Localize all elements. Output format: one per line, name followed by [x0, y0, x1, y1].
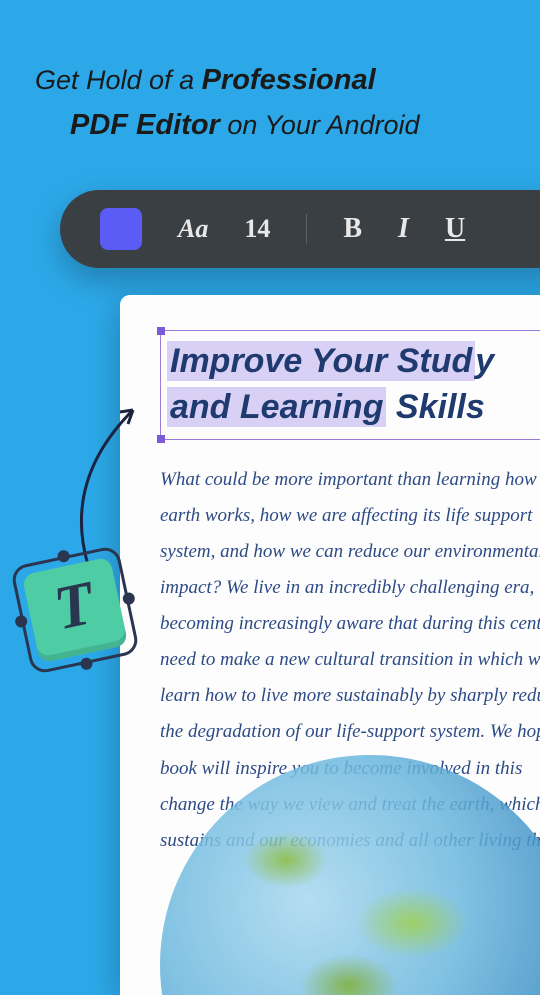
text-tool-badge[interactable]: T: [10, 545, 140, 675]
badge-inner: T: [22, 557, 129, 664]
underline-button[interactable]: U: [445, 213, 465, 245]
headline-bold-1: Professional: [202, 64, 376, 96]
toolbar-divider: [306, 214, 307, 244]
title-highlight-1: Improve Your Stud: [167, 341, 475, 381]
title-rest-2: Skills: [386, 388, 484, 426]
text-color-swatch[interactable]: [100, 208, 142, 250]
headline-bold-2: PDF Editor: [70, 109, 220, 141]
font-family-button[interactable]: Aa: [178, 214, 208, 244]
bold-button[interactable]: B: [343, 213, 362, 245]
text-tool-icon: T: [48, 567, 100, 644]
selected-text-box[interactable]: Improve Your Study and Learning Skills: [160, 330, 540, 440]
font-size-button[interactable]: 14: [244, 214, 270, 244]
callout-arrow: [58, 370, 148, 570]
title-highlight-2: and Learning: [167, 387, 386, 427]
headline-pre: Get Hold of a: [35, 65, 202, 95]
pdf-document-page[interactable]: Improve Your Study and Learning Skills W…: [120, 295, 540, 995]
italic-button[interactable]: I: [398, 213, 409, 245]
promo-headline: Get Hold of a Professional PDF Editor on…: [0, 0, 540, 148]
resize-handle-bl[interactable]: [157, 435, 165, 443]
text-format-toolbar: Aa 14 B I U: [60, 190, 540, 268]
title-rest-1: y: [475, 342, 494, 380]
headline-post: on Your Android: [220, 110, 420, 140]
document-title[interactable]: Improve Your Study and Learning Skills: [167, 339, 540, 431]
resize-handle-tl[interactable]: [157, 327, 165, 335]
